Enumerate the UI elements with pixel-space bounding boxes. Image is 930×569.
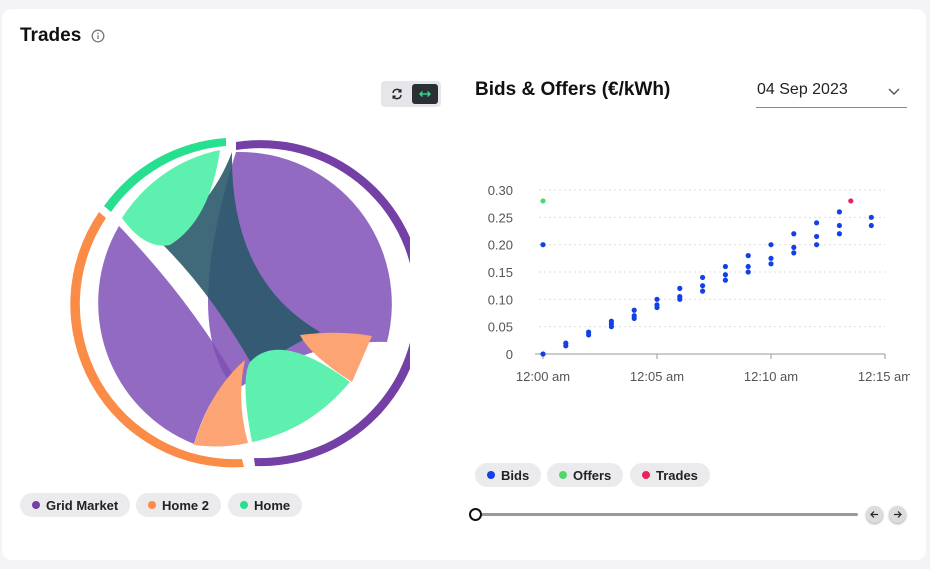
point-bids xyxy=(868,222,874,229)
x-tick-label: 12:05 am xyxy=(630,369,684,384)
date-select[interactable]: 04 Sep 2023 xyxy=(756,78,907,108)
point-bids xyxy=(540,351,546,357)
point-bids xyxy=(722,263,728,270)
chart-mode-toggle xyxy=(381,81,441,107)
y-tick-label: 0.20 xyxy=(488,238,513,253)
legend-home-2[interactable]: Home 2 xyxy=(136,493,221,517)
swap-icon xyxy=(392,88,402,100)
point-bids xyxy=(700,274,706,281)
point-bids xyxy=(700,288,706,294)
legend-bids[interactable]: Bids xyxy=(475,463,542,487)
point-bids xyxy=(768,255,774,261)
point-bids xyxy=(654,296,660,302)
legend-dot xyxy=(559,471,567,479)
point-bids xyxy=(700,283,706,289)
prev-button[interactable] xyxy=(866,506,883,523)
legend-label: Offers xyxy=(573,467,612,483)
point-bids xyxy=(791,231,797,237)
point-bids xyxy=(677,294,683,300)
legend-label: Trades xyxy=(656,467,698,483)
point-bids xyxy=(745,253,751,259)
point-trades xyxy=(848,198,854,204)
point-bids xyxy=(836,222,842,229)
point-bids xyxy=(768,242,774,248)
point-bids xyxy=(814,220,820,226)
date-value: 04 Sep 2023 xyxy=(757,81,848,98)
point-bids xyxy=(745,263,751,270)
legend-dot xyxy=(240,501,248,509)
time-slider-thumb[interactable] xyxy=(469,508,482,521)
point-bids xyxy=(791,250,797,256)
legend-dot xyxy=(148,501,156,509)
info-icon[interactable] xyxy=(91,29,105,43)
legend-label: Bids xyxy=(501,467,530,483)
chevron-down-icon xyxy=(888,88,900,95)
swap-button[interactable] xyxy=(384,84,410,104)
legend-dot xyxy=(642,471,650,479)
point-bids xyxy=(768,261,774,267)
y-tick-label: 0.05 xyxy=(488,320,513,335)
point-bids xyxy=(722,277,728,283)
y-tick-label: 0.25 xyxy=(488,210,513,225)
y-tick-label: 0 xyxy=(506,347,513,362)
point-bids xyxy=(563,340,569,346)
chart-title: Bids & Offers (€/kWh) xyxy=(475,79,671,100)
chord-diagram xyxy=(70,138,410,468)
arrow-left-icon xyxy=(870,511,878,518)
legend-trades[interactable]: Trades xyxy=(630,463,710,487)
point-bids xyxy=(608,318,614,324)
arrow-right-icon xyxy=(894,511,902,518)
x-tick-label: 12:10 am xyxy=(744,369,798,384)
bids-offers-scatter: 0 0.05 0.10 0.15 0.20 0.25 0.30 12:00 am 12:05 a… xyxy=(488,183,910,384)
panel-title: Trades xyxy=(20,25,82,46)
point-bids xyxy=(791,244,797,250)
point-bids xyxy=(868,214,874,220)
point-bids xyxy=(677,285,683,291)
next-button[interactable] xyxy=(889,506,906,523)
legend-dot xyxy=(487,471,495,479)
legend-dot xyxy=(32,501,40,509)
x-tick-label: 12:15 am xyxy=(858,369,910,384)
point-bids xyxy=(836,209,842,215)
time-slider-track[interactable] xyxy=(475,513,858,516)
point-bids xyxy=(745,269,751,275)
point-bids xyxy=(654,302,660,308)
point-bids xyxy=(586,329,592,335)
point-bids xyxy=(814,233,820,240)
legend-label: Home 2 xyxy=(162,497,209,513)
y-tick-label: 0.10 xyxy=(488,292,513,307)
legend-home[interactable]: Home xyxy=(228,493,303,517)
expand-button[interactable] xyxy=(412,84,438,104)
point-bids xyxy=(722,272,728,278)
y-tick-label: 0.30 xyxy=(488,183,513,198)
expand-horizontal-icon xyxy=(419,91,431,97)
x-tick-label: 12:00 am xyxy=(516,369,570,384)
legend-label: Grid Market xyxy=(46,497,119,513)
y-tick-label: 0.15 xyxy=(488,265,513,280)
legend-label: Home xyxy=(254,497,291,513)
legend-grid-market[interactable]: Grid Market xyxy=(20,493,131,517)
point-bids xyxy=(631,313,637,319)
point-bids xyxy=(540,242,546,248)
point-bids xyxy=(631,307,637,313)
legend-offers[interactable]: Offers xyxy=(547,463,624,487)
point-offers xyxy=(540,198,546,204)
point-bids xyxy=(836,231,842,237)
point-bids xyxy=(814,242,820,248)
